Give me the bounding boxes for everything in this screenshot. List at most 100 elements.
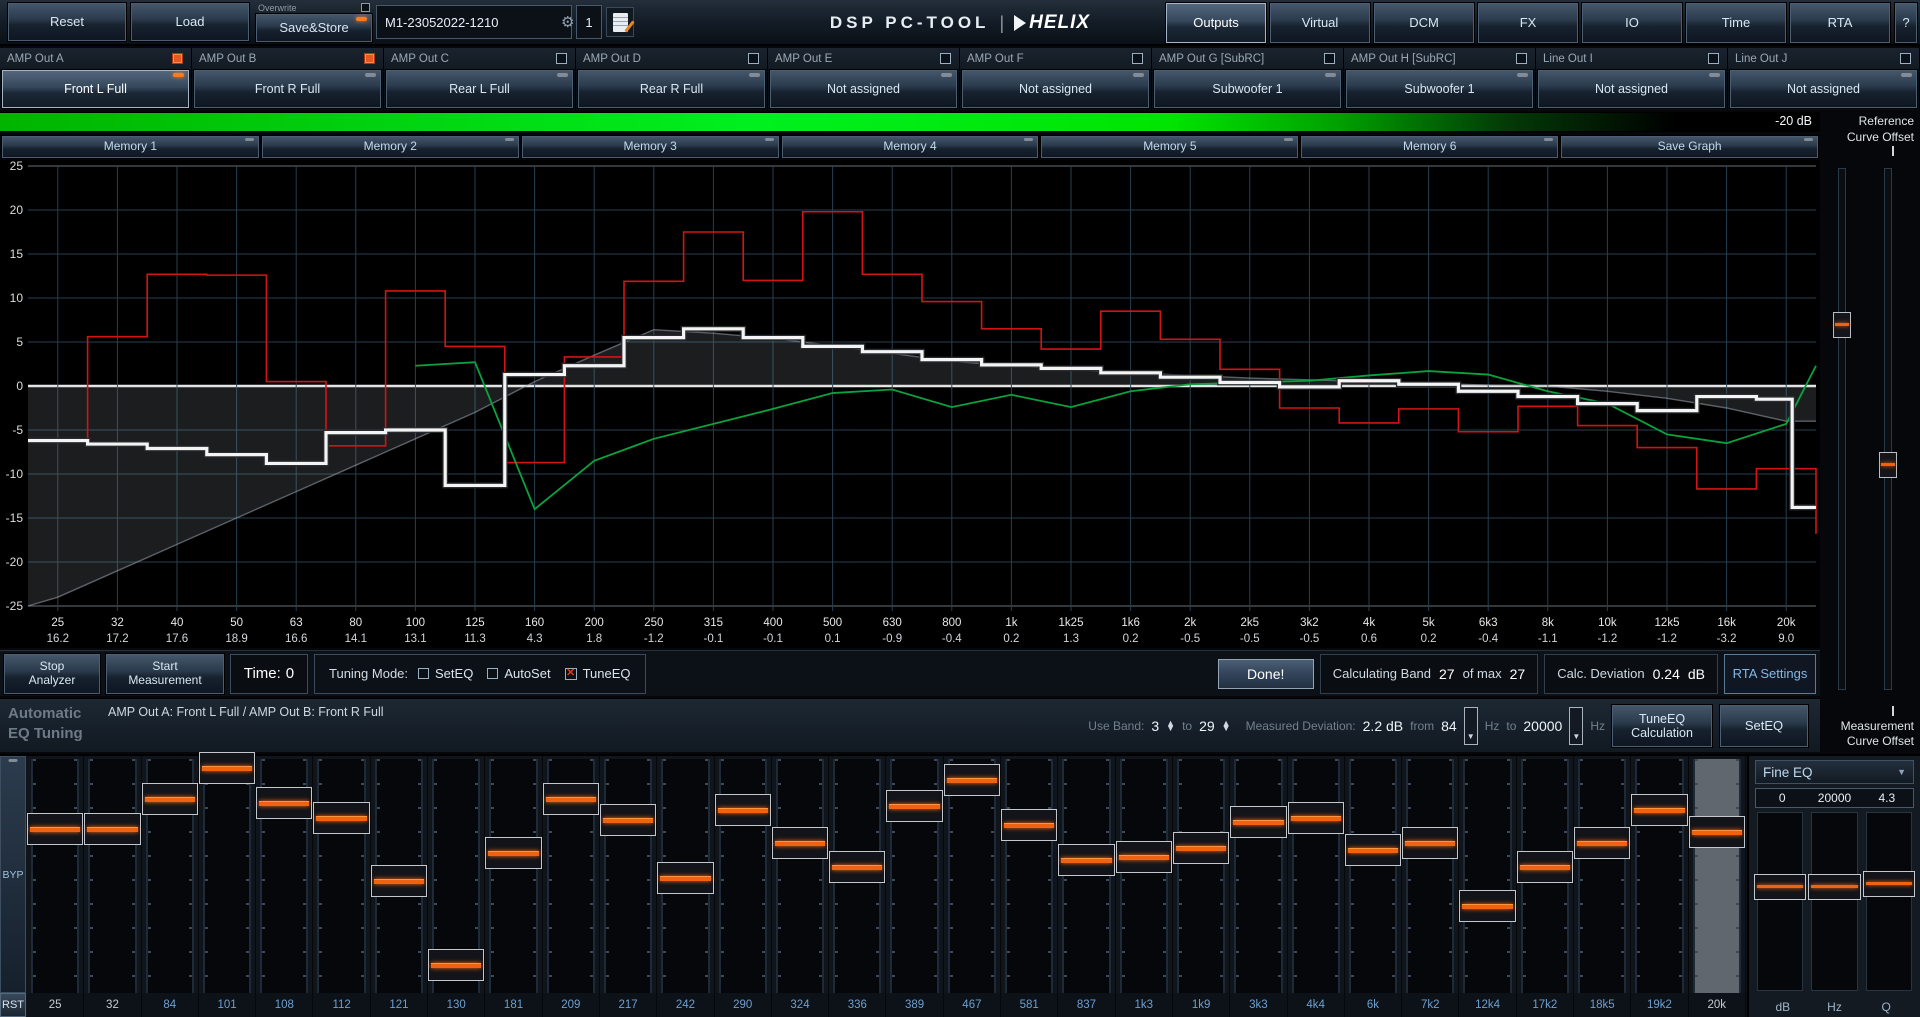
eq-band-slider-handle[interactable]	[313, 802, 369, 834]
eq-band-slider-track[interactable]	[948, 759, 996, 993]
unchecked-checkbox[interactable]	[487, 668, 498, 679]
eq-band-slider-track[interactable]	[604, 759, 652, 993]
eq-band-slider-track[interactable]	[1120, 759, 1168, 993]
use-band-from-value[interactable]: 3	[1151, 718, 1159, 734]
channel-tab-4[interactable]: Rear R Full	[578, 70, 765, 108]
tuning-mode-tuneeq[interactable]: ✕TuneEQ	[565, 666, 631, 681]
eq-response-chart[interactable]: 2520151050-5-10-15-20-252516.23217.24017…	[0, 160, 1820, 648]
eq-band-slider-track[interactable]	[1406, 759, 1454, 993]
channel-tab-2[interactable]: Front R Full	[194, 70, 381, 108]
eq-band-slider-handle[interactable]	[1517, 851, 1573, 883]
save-graph-button[interactable]: Save Graph	[1561, 136, 1818, 158]
freq-to-dropdown[interactable]: ▼	[1569, 707, 1583, 745]
nav-button-time[interactable]: Time	[1686, 3, 1786, 43]
fine-eq-slider-track-q[interactable]	[1866, 812, 1912, 991]
eq-band-slider-track[interactable]	[260, 759, 308, 993]
eq-band-slider-handle[interactable]	[84, 813, 140, 845]
eq-band-slider-handle[interactable]	[657, 862, 713, 894]
eq-band-slider-handle[interactable]	[1631, 794, 1687, 826]
eq-band-slider-track[interactable]	[1005, 759, 1053, 993]
eq-band-slider-handle[interactable]	[1402, 827, 1458, 859]
unchecked-checkbox[interactable]	[418, 668, 429, 679]
start-measurement-button[interactable]: Start Measurement	[106, 654, 224, 694]
eq-band-slider-handle[interactable]	[543, 783, 599, 815]
eq-band-slider-handle[interactable]	[485, 837, 541, 869]
tuneeq-calculation-button[interactable]: TuneEQ Calculation	[1612, 705, 1712, 747]
eq-band-slider-track[interactable]	[203, 759, 251, 993]
fine-eq-slider-track-db[interactable]	[1757, 812, 1803, 991]
eq-band-slider-track[interactable]	[661, 759, 709, 993]
eq-band-slider-track[interactable]	[1062, 759, 1110, 993]
eq-band-slider-track[interactable]	[776, 759, 824, 993]
reference-offset-slider-track[interactable]	[1838, 168, 1846, 690]
eq-band-slider-handle[interactable]	[428, 949, 484, 981]
eq-band-slider-track[interactable]	[719, 759, 767, 993]
eq-band-slider-track[interactable]	[1177, 759, 1225, 993]
reference-offset-slider-handle[interactable]	[1833, 312, 1851, 338]
tuning-mode-seteq[interactable]: SetEQ	[418, 666, 473, 681]
channel-tab-7[interactable]: Subwoofer 1	[1154, 70, 1341, 108]
fine-eq-dropdown[interactable]: Fine EQ ▼	[1755, 760, 1914, 784]
eq-band-slider-track[interactable]	[489, 759, 537, 993]
eq-band-slider-handle[interactable]	[1288, 802, 1344, 834]
measurement-offset-slider-track[interactable]	[1884, 168, 1892, 690]
channel-link-checkbox[interactable]	[556, 53, 567, 64]
seteq-button[interactable]: SetEQ	[1720, 705, 1808, 747]
overwrite-checkbox[interactable]	[361, 3, 370, 12]
eq-band-slider-handle[interactable]	[199, 752, 255, 784]
eq-band-slider-track[interactable]	[88, 759, 136, 993]
eq-band-slider-track[interactable]	[1635, 759, 1683, 993]
load-button[interactable]: Load	[131, 3, 249, 41]
eq-band-slider-handle[interactable]	[944, 764, 1000, 796]
nav-button-virtual[interactable]: Virtual	[1270, 3, 1370, 43]
eq-band-slider-handle[interactable]	[829, 851, 885, 883]
eq-band-slider-handle[interactable]	[142, 783, 198, 815]
eq-band-slider-track[interactable]	[31, 759, 79, 993]
checked-checkbox[interactable]: ✕	[565, 668, 577, 680]
eq-band-slider-track[interactable]	[833, 759, 881, 993]
eq-band-slider-track[interactable]	[432, 759, 480, 993]
eq-band-slider-track[interactable]	[1292, 759, 1340, 993]
eq-band-slider-handle[interactable]	[1345, 834, 1401, 866]
fine-eq-slider-handle[interactable]	[1754, 874, 1806, 900]
channel-link-checkbox[interactable]	[1324, 53, 1335, 64]
eq-band-slider-handle[interactable]	[1058, 844, 1114, 876]
nav-button-outputs[interactable]: Outputs	[1166, 3, 1266, 43]
channel-tab-6[interactable]: Not assigned	[962, 70, 1149, 108]
eq-band-slider-track[interactable]	[1521, 759, 1569, 993]
eq-band-slider-handle[interactable]	[1689, 816, 1745, 848]
eq-band-slider-handle[interactable]	[1001, 809, 1057, 841]
channel-link-checkbox[interactable]	[364, 53, 375, 64]
memory-button-2[interactable]: Memory 2	[262, 136, 519, 158]
channel-link-checkbox[interactable]	[1900, 53, 1911, 64]
eq-band-slider-handle[interactable]	[1459, 890, 1515, 922]
help-button[interactable]: ?	[1895, 3, 1917, 43]
fine-eq-slider-track-hz[interactable]	[1811, 812, 1857, 991]
channel-link-checkbox[interactable]	[940, 53, 951, 64]
bypass-button[interactable]: BYP	[0, 756, 26, 993]
eq-band-slider-track[interactable]	[1578, 759, 1626, 993]
band-from-spinner[interactable]: ▲▼	[1166, 721, 1175, 731]
measurement-offset-slider-handle[interactable]	[1879, 452, 1897, 478]
nav-button-rta[interactable]: RTA	[1790, 3, 1890, 43]
eq-band-slider-track[interactable]	[1693, 759, 1741, 993]
channel-tab-8[interactable]: Subwoofer 1	[1346, 70, 1533, 108]
channel-link-checkbox[interactable]	[748, 53, 759, 64]
freq-from-value[interactable]: 84	[1441, 718, 1457, 734]
channel-tab-9[interactable]: Not assigned	[1538, 70, 1725, 108]
memory-button-6[interactable]: Memory 6	[1301, 136, 1558, 158]
notes-button[interactable]	[606, 7, 634, 37]
rta-settings-button[interactable]: RTA Settings	[1724, 654, 1816, 694]
tuning-mode-autoset[interactable]: AutoSet	[487, 666, 550, 681]
channel-link-checkbox[interactable]	[1132, 53, 1143, 64]
fine-eq-slider-handle[interactable]	[1863, 871, 1915, 897]
nav-button-fx[interactable]: FX	[1478, 3, 1578, 43]
channel-link-checkbox[interactable]	[1708, 53, 1719, 64]
channel-tab-3[interactable]: Rear L Full	[386, 70, 573, 108]
band-to-spinner[interactable]: ▲▼	[1222, 721, 1231, 731]
channel-tab-5[interactable]: Not assigned	[770, 70, 957, 108]
eq-band-slider-track[interactable]	[890, 759, 938, 993]
freq-to-value[interactable]: 20000	[1523, 718, 1562, 734]
memory-button-1[interactable]: Memory 1	[2, 136, 259, 158]
eq-band-slider-handle[interactable]	[371, 865, 427, 897]
